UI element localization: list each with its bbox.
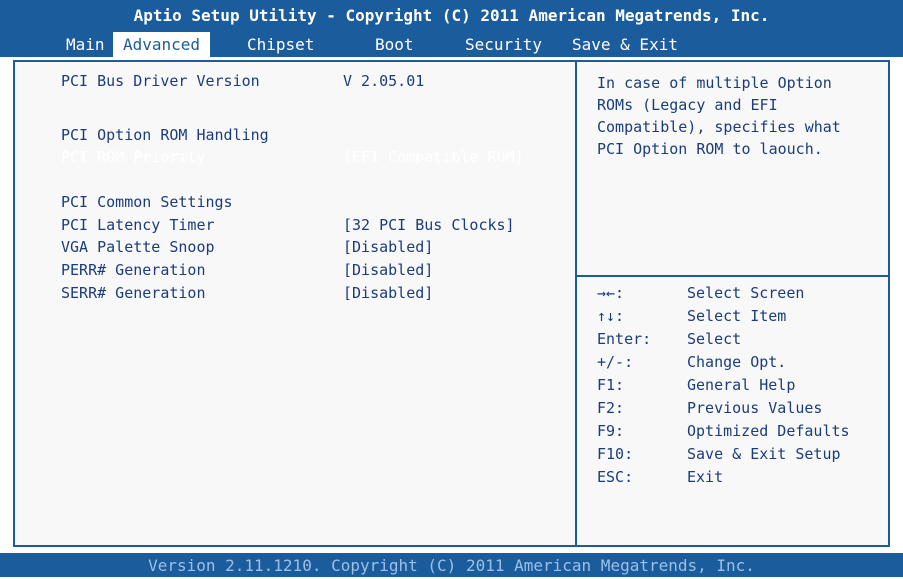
driver-version-value: V 2.05.01 [343,72,425,90]
help-line: Compatible), specifies what [597,118,841,136]
key-description: Save & Exit Setup [687,445,841,463]
key-label: ESC: [597,468,634,486]
key-description: Optimized Defaults [687,422,850,440]
rom-priority-value[interactable]: [EFI Compatible ROM] [343,147,524,167]
footer-version: Version 2.11.1210. Copyright (C) 2011 Am… [0,553,903,577]
vga-palette-snoop-value[interactable]: [Disabled] [343,237,433,257]
key-description: Change Opt. [687,353,787,371]
window-title: Aptio Setup Utility - Copyright (C) 2011… [0,0,903,32]
perr-generation-label[interactable]: PERR# Generation [61,261,206,279]
rom-priority-row[interactable]: PCI ROM Priority [EFI Compatible ROM] [61,147,524,167]
arrows-horizontal-icon: →←: [597,284,625,302]
serr-generation-row[interactable]: SERR# Generation [Disabled] [61,283,433,303]
help-line: ROMs (Legacy and EFI [597,96,778,114]
key-description: Exit [687,468,724,486]
key-description: Previous Values [687,399,823,417]
serr-generation-label[interactable]: SERR# Generation [61,284,206,302]
latency-timer-label[interactable]: PCI Latency Timer [61,216,215,234]
key-label: F9: [597,422,625,440]
key-label: F1: [597,376,625,394]
rom-handling-header: PCI Option ROM Handling [61,126,269,144]
vga-palette-snoop-row[interactable]: VGA Palette Snoop [Disabled] [61,237,433,257]
settings-pane: PCI Bus Driver Version V 2.05.01 PCI Opt… [15,62,575,545]
common-settings-header: PCI Common Settings [61,193,233,211]
help-line: In case of multiple Option [597,74,832,92]
driver-version-label: PCI Bus Driver Version [61,72,260,90]
serr-generation-value[interactable]: [Disabled] [343,283,433,303]
key-description: Select Item [687,307,787,325]
key-label: F10: [597,445,634,463]
key-label: +/-: [597,353,634,371]
tab-boot[interactable]: Boot [375,32,414,57]
key-label: Enter: [597,330,652,348]
tab-save-exit[interactable]: Save & Exit [572,32,678,57]
tab-chipset[interactable]: Chipset [247,32,314,57]
latency-timer-value[interactable]: [32 PCI Bus Clocks] [343,215,515,235]
tab-security[interactable]: Security [465,32,542,57]
perr-generation-row[interactable]: PERR# Generation [Disabled] [61,260,433,280]
key-description: Select [687,330,742,348]
help-pane: In case of multiple Option ROMs (Legacy … [577,62,888,545]
key-description: General Help [687,376,796,394]
vga-palette-snoop-label[interactable]: VGA Palette Snoop [61,238,215,256]
perr-generation-value[interactable]: [Disabled] [343,260,433,280]
rom-priority-label[interactable]: PCI ROM Priority [61,148,206,166]
key-label: F2: [597,399,625,417]
tab-bar: Main Advanced Chipset Boot Security Save… [0,32,903,57]
horizontal-divider [577,275,888,277]
key-description: Select Screen [687,284,805,302]
tab-main[interactable]: Main [66,32,105,57]
arrows-vertical-icon: ↑↓: [597,307,625,325]
help-text: In case of multiple Option ROMs (Legacy … [597,72,887,160]
latency-timer-row[interactable]: PCI Latency Timer [32 PCI Bus Clocks] [61,215,515,235]
tab-advanced[interactable]: Advanced [113,32,211,57]
help-line: PCI Option ROM to laouch. [597,140,823,158]
main-panel: PCI Bus Driver Version V 2.05.01 PCI Opt… [13,60,890,547]
driver-version-row: PCI Bus Driver Version V 2.05.01 [61,71,424,91]
